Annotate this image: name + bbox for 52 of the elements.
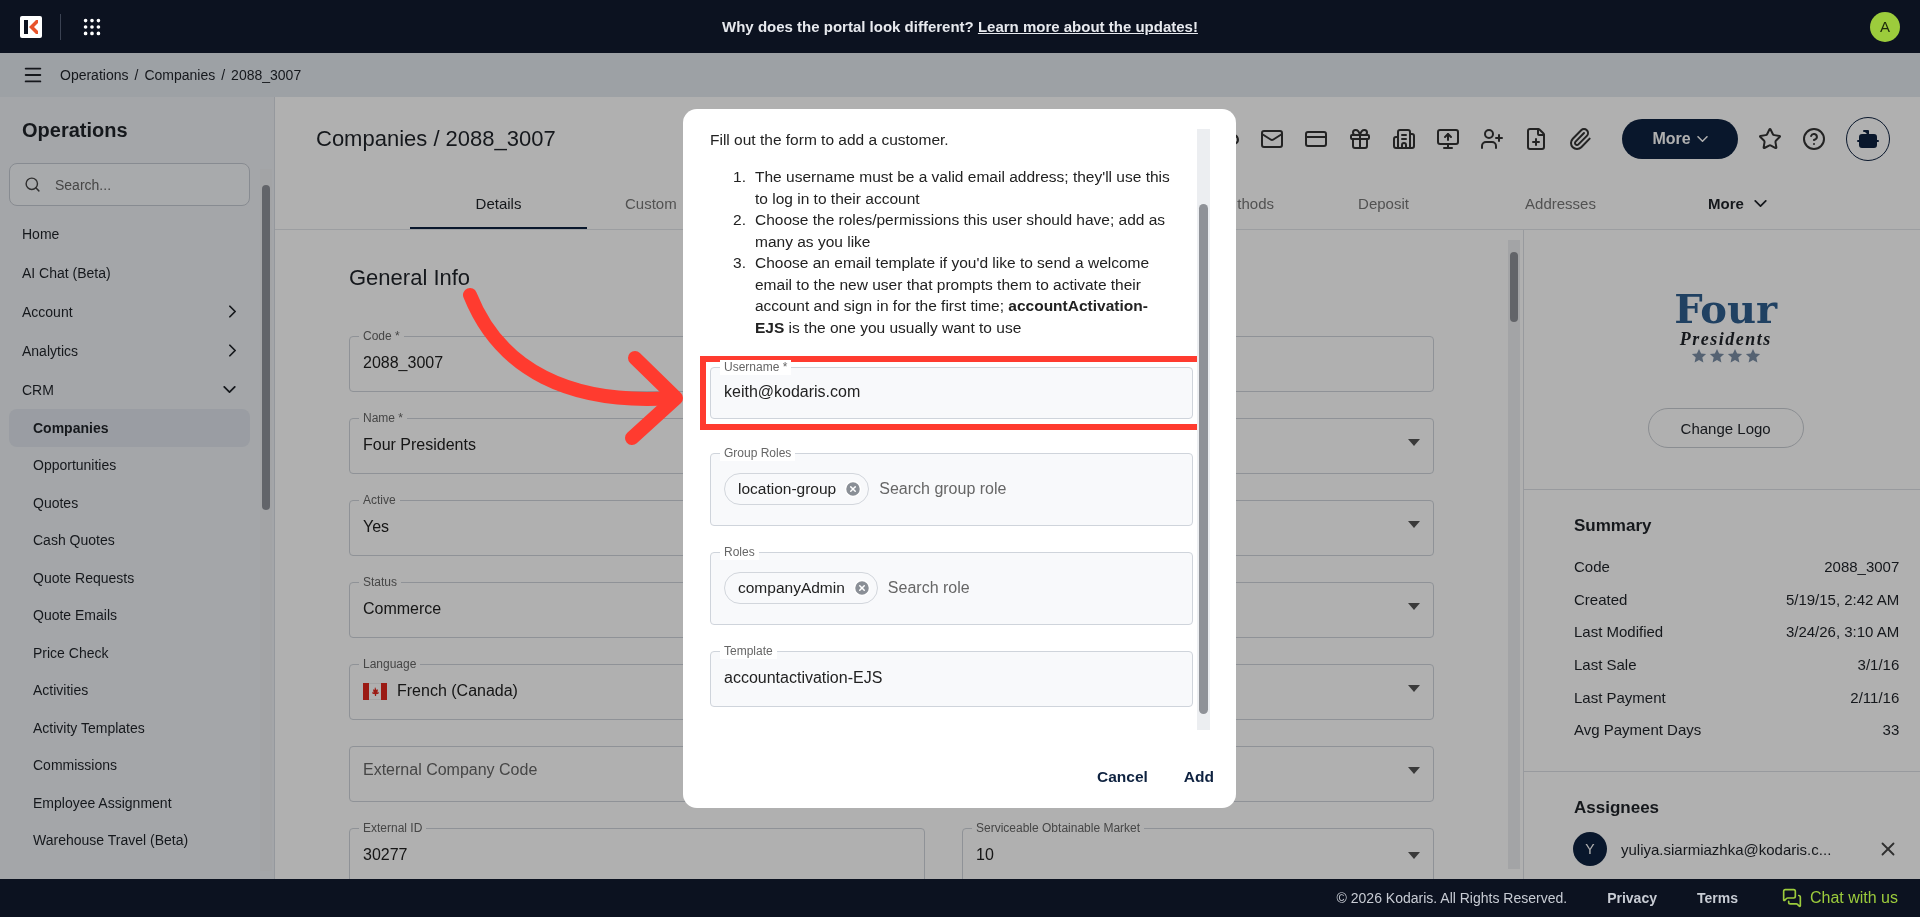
- field-placeholder: Search role: [887, 578, 970, 597]
- sidebar-title: Operations: [21, 118, 129, 143]
- summary-value: 3/24/26, 3:10 AM: [1785, 623, 1900, 641]
- search-placeholder: Search...: [55, 176, 112, 193]
- summary-value: 33: [1882, 721, 1900, 739]
- step-number: 3.: [732, 253, 747, 273]
- step-text: Choose an email template if you'd like to send a welcome email to the new user that prompts them to activate their account and sign in for the first time; accountActivation-EJS is the one you usually want to use: [755, 253, 1151, 338]
- summary-label: Avg Payment Days: [1574, 721, 1702, 739]
- page-title: Companies / 2088_3007: [316, 125, 556, 152]
- summary-value: 2088_3007: [1824, 557, 1900, 575]
- field-value: 10: [976, 846, 994, 864]
- field-value: 2088_3007: [363, 354, 444, 372]
- summary-label: Created: [1574, 590, 1628, 608]
- field-label: Username *: [720, 360, 792, 375]
- field-value: keith@kodaris.com: [724, 383, 861, 401]
- field-value: Four Presidents: [363, 436, 476, 454]
- field-label: Group Roles: [720, 446, 796, 461]
- field-label: Language: [359, 657, 421, 672]
- field-value: 30277: [363, 846, 408, 864]
- summary-label: Last Payment: [1574, 688, 1666, 706]
- logo-title: Four: [1674, 288, 1778, 330]
- assignee-avatar: Y: [1573, 832, 1607, 866]
- chip-label: location-group: [738, 479, 837, 498]
- field-value: Yes: [363, 518, 390, 536]
- step-text: Choose the roles/permissions this user should have; add as many as you like: [755, 210, 1167, 252]
- chip-label: companyAdmin: [738, 578, 845, 597]
- summary-label: Code: [1574, 557, 1610, 575]
- section-title: Summary: [1574, 516, 1653, 536]
- logo-subtitle: Presidents: [1679, 330, 1772, 348]
- field-value: Commerce: [363, 600, 442, 618]
- dialog-intro: Fill out the form to add a customer.: [710, 130, 950, 150]
- section-title: General Info: [349, 264, 471, 292]
- step-number: 2.: [732, 210, 747, 230]
- field-placeholder: External Company Code: [363, 761, 538, 779]
- assignee-email: yuliya.siarmiazhka@kodaris.c...: [1621, 840, 1832, 858]
- step-number: 1.: [732, 167, 747, 187]
- summary-value: 2/11/16: [1850, 688, 1900, 706]
- summary-value: 3/1/16: [1857, 655, 1900, 673]
- field-label: Roles: [720, 545, 759, 560]
- summary-value: 5/19/15, 2:42 AM: [1785, 590, 1900, 608]
- summary-label: Last Modified: [1574, 623, 1664, 641]
- copyright-text: © 2026 Kodaris. All Rights Reserved.: [1336, 890, 1568, 906]
- summary-label: Last Sale: [1574, 655, 1637, 673]
- field-label: Template: [720, 644, 777, 659]
- section-title: Assignees: [1574, 798, 1661, 818]
- field-value: French (Canada): [397, 682, 518, 700]
- breadcrumb-separator: /: [134, 67, 139, 83]
- field-value: accountactivation-EJS: [724, 669, 883, 687]
- field-placeholder: Search group role: [879, 479, 1007, 498]
- announcement-text: Why does the portal look different? Learn more about the updates!: [722, 18, 1198, 35]
- step-text: The username must be a valid email address; they'll use this to log in to their account: [755, 167, 1171, 209]
- breadcrumb-separator: /: [221, 67, 226, 83]
